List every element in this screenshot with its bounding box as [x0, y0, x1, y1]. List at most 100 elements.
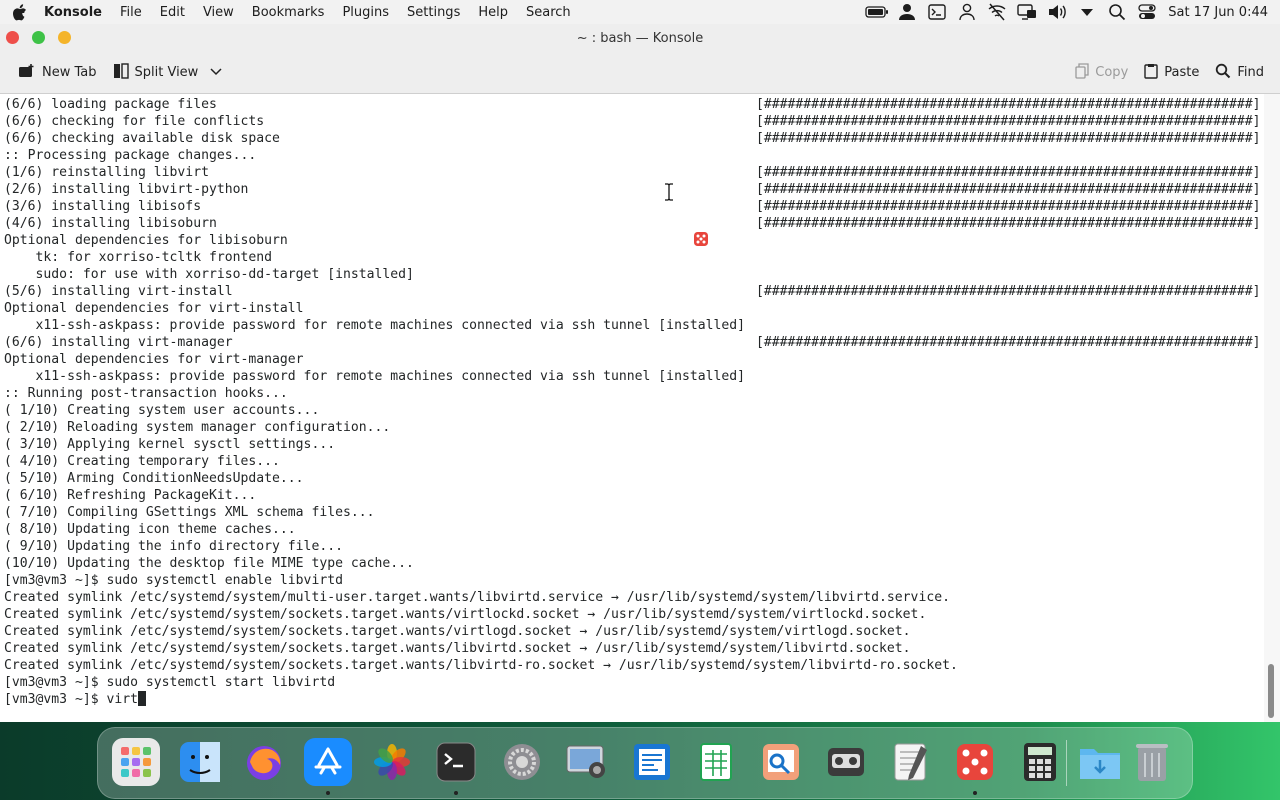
- dock: [97, 727, 1193, 799]
- photos-icon[interactable]: [368, 738, 416, 786]
- terminal-line-text: x11-ssh-askpass: provide password for re…: [4, 318, 746, 333]
- terminal-line: ( 8/10) Updating icon theme caches...: [4, 521, 1264, 538]
- terminal-output[interactable]: (6/6) loading package files [############…: [0, 94, 1264, 722]
- terminal-line-text: ( 2/10) Reloading system manager configu…: [4, 420, 391, 435]
- global-menubar: Konsole File Edit View Bookmarks Plugins…: [0, 0, 1280, 24]
- menu-edit[interactable]: Edit: [151, 5, 194, 20]
- progress-bar-text: [#######################################…: [756, 216, 1264, 231]
- spreadsheet-icon[interactable]: [692, 738, 740, 786]
- dice-game-icon[interactable]: [951, 738, 999, 786]
- menu-help[interactable]: Help: [469, 5, 517, 20]
- terminal-line: (10/10) Updating the desktop file MIME t…: [4, 555, 1264, 572]
- terminal-line: (3/6) installing libisofs [##############…: [4, 198, 1264, 215]
- calculator-icon[interactable]: [1016, 738, 1064, 786]
- terminal-line-text: ( 8/10) Updating icon theme caches...: [4, 522, 296, 537]
- app-store-icon[interactable]: [304, 738, 352, 786]
- terminal-line-text: ( 7/10) Compiling GSettings XML schema f…: [4, 505, 375, 520]
- preview-icon[interactable]: [757, 738, 805, 786]
- text-cursor-pointer-icon: [664, 183, 674, 205]
- apple-menu-icon[interactable]: [0, 3, 38, 21]
- firefox-icon[interactable]: [240, 738, 288, 786]
- terminal-line-text: ( 1/10) Creating system user accounts...: [4, 403, 320, 418]
- launchpad-icon[interactable]: [112, 738, 160, 786]
- terminal-scrollbar[interactable]: [1264, 94, 1280, 722]
- new-tab-button[interactable]: New Tab: [10, 58, 105, 88]
- terminal-line-text: (6/6) loading package files: [4, 97, 217, 112]
- control-center-icon[interactable]: [1132, 4, 1162, 20]
- downloads-folder-icon[interactable]: [1076, 738, 1124, 786]
- chevron-down-icon: [210, 65, 222, 80]
- terminal-line: ( 4/10) Creating temporary files...: [4, 453, 1264, 470]
- terminal-line: Created symlink /etc/systemd/system/sock…: [4, 623, 1264, 640]
- terminal-line-text: (3/6) installing libisofs: [4, 199, 202, 214]
- terminal-icon[interactable]: [922, 4, 952, 20]
- command-input[interactable]: virt: [106, 692, 138, 707]
- finder-icon[interactable]: [176, 738, 224, 786]
- terminal-line: Optional dependencies for virt-manager: [4, 351, 1264, 368]
- terminal-line-text: [vm3@vm3 ~]$ sudo systemctl start libvir…: [4, 675, 336, 690]
- system-tray: Sat 17 Jun 0:44: [862, 3, 1280, 21]
- terminal-line-text: Optional dependencies for libisoburn: [4, 233, 288, 248]
- volume-icon[interactable]: [1042, 3, 1072, 21]
- menubar-clock[interactable]: Sat 17 Jun 0:44: [1162, 5, 1268, 20]
- copy-label: Copy: [1095, 65, 1129, 80]
- running-indicator: [454, 791, 458, 795]
- copy-button[interactable]: Copy: [1067, 58, 1136, 88]
- maximize-window-button[interactable]: [32, 31, 45, 44]
- battery-icon[interactable]: [862, 5, 892, 19]
- terminal-line: Created symlink /etc/systemd/system/sock…: [4, 640, 1264, 657]
- dock-separator: [1066, 740, 1067, 786]
- terminal-line-text: ( 4/10) Creating temporary files...: [4, 454, 280, 469]
- split-view-button[interactable]: Split View: [105, 58, 231, 88]
- terminal-line: x11-ssh-askpass: provide password for re…: [4, 368, 1264, 385]
- trash-icon[interactable]: [1128, 738, 1176, 786]
- dropdown-icon[interactable]: [1072, 7, 1102, 17]
- menu-bookmarks[interactable]: Bookmarks: [243, 5, 334, 20]
- find-button[interactable]: Find: [1207, 58, 1272, 88]
- menu-search[interactable]: Search: [517, 5, 580, 20]
- menu-view[interactable]: View: [194, 5, 243, 20]
- window-titlebar[interactable]: ~ : bash — Konsole: [0, 24, 1280, 52]
- user-icon[interactable]: [892, 3, 922, 21]
- terminal-line: (6/6) installing virt-manager [##########…: [4, 334, 1264, 351]
- terminal-line-text: (5/6) installing virt-install: [4, 284, 233, 299]
- menu-settings[interactable]: Settings: [398, 5, 469, 20]
- display-icon[interactable]: [1012, 3, 1042, 21]
- progress-bar-text: [#######################################…: [756, 114, 1264, 129]
- running-indicator: [973, 791, 977, 795]
- terminal-line: (6/6) loading package files [############…: [4, 96, 1264, 113]
- close-window-button[interactable]: [6, 31, 19, 44]
- find-label: Find: [1237, 65, 1264, 80]
- paste-button[interactable]: Paste: [1136, 58, 1207, 88]
- terminal-icon[interactable]: [432, 738, 480, 786]
- terminal-line: ( 2/10) Reloading system manager configu…: [4, 419, 1264, 436]
- writer-icon[interactable]: [628, 738, 676, 786]
- terminal-line: (6/6) checking for file conflicts [######…: [4, 113, 1264, 130]
- text-editor-icon[interactable]: [887, 738, 935, 786]
- search-icon[interactable]: [1102, 3, 1132, 21]
- terminal-line: (6/6) checking available disk space [####…: [4, 130, 1264, 147]
- menu-plugins[interactable]: Plugins: [333, 5, 398, 20]
- menu-file[interactable]: File: [111, 5, 151, 20]
- progress-bar-text: [#######################################…: [756, 335, 1264, 350]
- terminal-line: tk: for xorriso-tcltk frontend: [4, 249, 1264, 266]
- scrollbar-thumb[interactable]: [1268, 664, 1274, 718]
- terminal-line: ( 6/10) Refreshing PackageKit...: [4, 487, 1264, 504]
- terminal-line-text: Created symlink /etc/systemd/system/sock…: [4, 607, 927, 622]
- terminal-line: ( 7/10) Compiling GSettings XML schema f…: [4, 504, 1264, 521]
- progress-bar-text: [#######################################…: [756, 182, 1264, 197]
- terminal-line: x11-ssh-askpass: provide password for re…: [4, 317, 1264, 334]
- terminal-line: :: Running post-transaction hooks...: [4, 385, 1264, 402]
- recorder-icon[interactable]: [822, 738, 870, 786]
- system-settings-icon[interactable]: [498, 738, 546, 786]
- terminal-line-text: sudo: for use with xorriso-dd-target [in…: [4, 267, 414, 282]
- command-prompt-line[interactable]: [vm3@vm3 ~]$ virt: [4, 691, 1264, 708]
- terminal-line: ( 5/10) Arming ConditionNeedsUpdate...: [4, 470, 1264, 487]
- terminal-line-text: Optional dependencies for virt-install: [4, 301, 304, 316]
- copy-icon: [1075, 62, 1089, 83]
- app-menu-konsole[interactable]: Konsole: [38, 5, 111, 20]
- wifi-off-icon[interactable]: [982, 3, 1012, 21]
- accounts-icon[interactable]: [952, 3, 982, 21]
- screenshot-icon[interactable]: [563, 738, 611, 786]
- minimize-window-button[interactable]: [58, 31, 71, 44]
